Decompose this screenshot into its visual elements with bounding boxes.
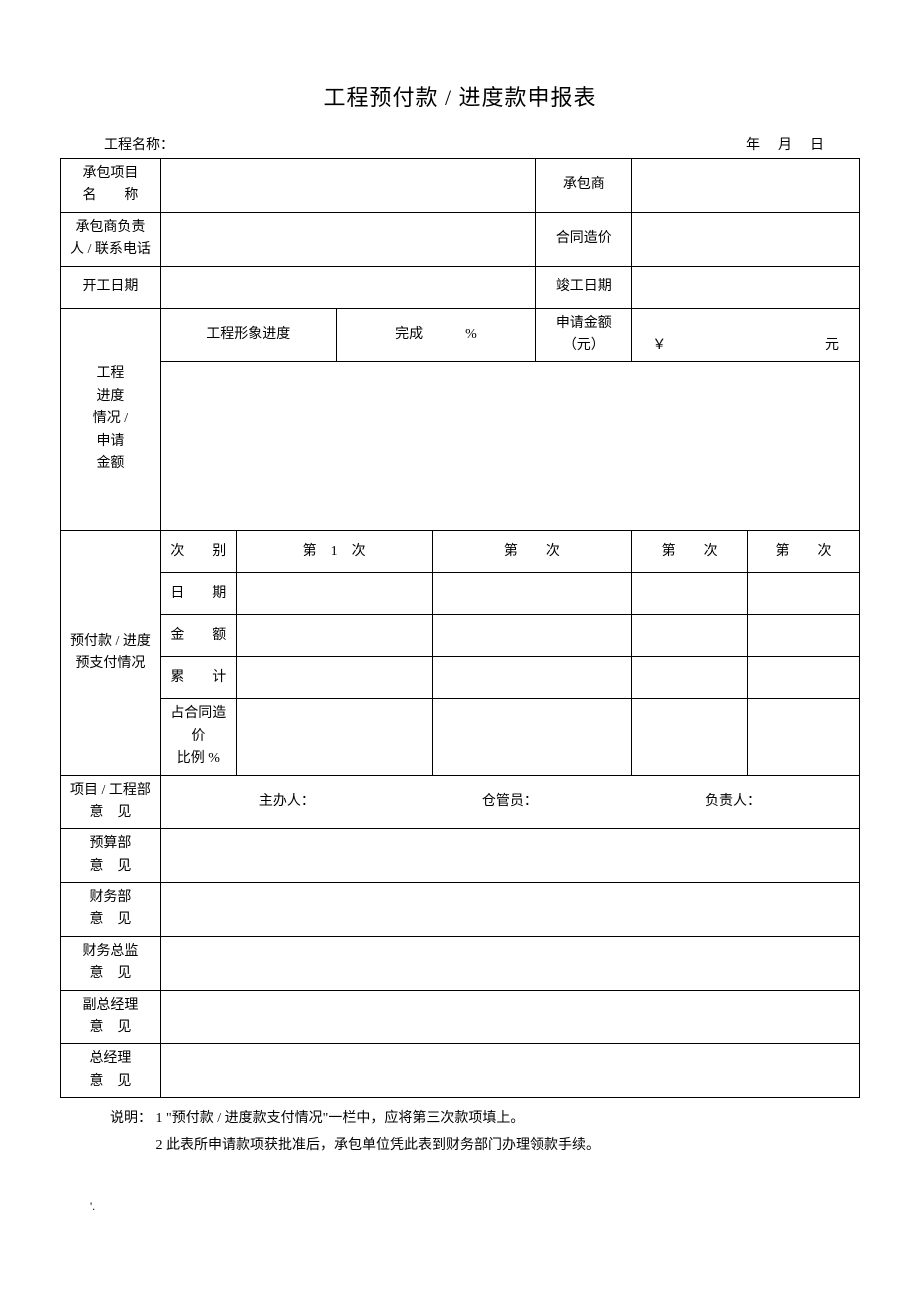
opinion-budget-label: 预算部 意 见 (61, 829, 161, 883)
opinion-finance-label: 财务部 意 见 (61, 883, 161, 937)
row-payment-amount: 金 额 (61, 615, 860, 657)
row-opinion-budget: 预算部 意 见 (61, 829, 860, 883)
progress-body[interactable] (160, 362, 859, 531)
note-1: 1 "预付款 / 进度款支付情况"一栏中，应将第三次款项填上。 (156, 1111, 525, 1126)
payment-sum-4[interactable] (748, 657, 860, 699)
page-title: 工程预付款 / 进度款申报表 (60, 80, 860, 112)
date-label: 年 月 日 (746, 134, 826, 154)
yen-icon: ￥ (652, 335, 666, 357)
row-progress-body (61, 362, 860, 531)
payment-sum-1[interactable] (236, 657, 432, 699)
payment-ratio-label: 占合同造价 比例 % (160, 699, 236, 775)
payment-sum-2[interactable] (432, 657, 632, 699)
payment-date-1[interactable] (236, 573, 432, 615)
finish-date-label: 竣工日期 (536, 266, 632, 308)
notes-prefix: 说明： (110, 1111, 152, 1126)
payment-date-2[interactable] (432, 573, 632, 615)
opinion-vgm-value[interactable] (160, 990, 859, 1044)
row-payment-seq: 预付款 / 进度 预支付情况 次 别 第 1 次 第 次 第 次 第 次 (61, 531, 860, 573)
row-contractor-leader: 承包商负责 人 / 联系电话 合同造价 (61, 212, 860, 266)
visual-progress-label: 工程形象进度 (160, 308, 336, 362)
opinion-finance-value[interactable] (160, 883, 859, 937)
finish-date-value[interactable] (632, 266, 860, 308)
contractor-leader-label: 承包商负责 人 / 联系电话 (61, 212, 161, 266)
start-date-value[interactable] (160, 266, 536, 308)
row-contract-item: 承包项目 名 称 承包商 (61, 159, 860, 213)
row-opinion-cfo: 财务总监 意 见 (61, 936, 860, 990)
contractor-leader-value[interactable] (160, 212, 536, 266)
note-2: 2 此表所申请款项获批准后，承包单位凭此表到财务部门办理领款手续。 (156, 1138, 601, 1153)
seq-2: 第 次 (432, 531, 632, 573)
header-line: 工程名称： 年 月 日 (60, 134, 860, 154)
opinion-cfo-value[interactable] (160, 936, 859, 990)
payment-amount-2[interactable] (432, 615, 632, 657)
payment-date-4[interactable] (748, 573, 860, 615)
warehouse-label: 仓管员： (400, 791, 620, 813)
payment-ratio-3[interactable] (632, 699, 748, 775)
contract-price-value[interactable] (632, 212, 860, 266)
payment-sum-3[interactable] (632, 657, 748, 699)
payment-amount-label: 金 额 (160, 615, 236, 657)
contractor-value[interactable] (632, 159, 860, 213)
opinion-vgm-label: 副总经理 意 见 (61, 990, 161, 1044)
row-opinion-finance: 财务部 意 见 (61, 883, 860, 937)
payment-amount-1[interactable] (236, 615, 432, 657)
contract-item-label: 承包项目 名 称 (61, 159, 161, 213)
opinion-gm-label: 总经理 意 见 (61, 1044, 161, 1098)
payments-side-label: 预付款 / 进度 预支付情况 (61, 531, 161, 775)
row-opinion-project: 项目 / 工程部 意 见 主办人： 仓管员： 负责人： (61, 775, 860, 829)
opinion-gm-value[interactable] (160, 1044, 859, 1098)
handler-label: 主办人： (177, 791, 397, 813)
seq-3: 第 次 (632, 531, 748, 573)
row-progress-header: 工程 进度 情况 / 申请 金额 工程形象进度 完成 % 申请金额 （元） ￥ … (61, 308, 860, 362)
contract-price-label: 合同造价 (536, 212, 632, 266)
project-name-label: 工程名称： (104, 134, 174, 154)
opinion-project-value[interactable]: 主办人： 仓管员： 负责人： (160, 775, 859, 829)
yuan-unit: 元 (825, 335, 839, 357)
row-opinion-vgm: 副总经理 意 见 (61, 990, 860, 1044)
notes: 说明： 1 "预付款 / 进度款支付情况"一栏中，应将第三次款项填上。 说明： … (110, 1106, 860, 1159)
payment-date-label: 日 期 (160, 573, 236, 615)
opinion-cfo-label: 财务总监 意 见 (61, 936, 161, 990)
row-dates: 开工日期 竣工日期 (61, 266, 860, 308)
seq-1: 第 1 次 (236, 531, 432, 573)
contract-item-value[interactable] (160, 159, 536, 213)
row-payment-ratio: 占合同造价 比例 % (61, 699, 860, 775)
completed-cell[interactable]: 完成 % (336, 308, 536, 362)
opinion-project-label: 项目 / 工程部 意 见 (61, 775, 161, 829)
incharge-label: 负责人： (623, 791, 843, 813)
footer-tick: '. (90, 1199, 860, 1214)
payment-ratio-4[interactable] (748, 699, 860, 775)
payment-amount-4[interactable] (748, 615, 860, 657)
payment-ratio-1[interactable] (236, 699, 432, 775)
row-opinion-gm: 总经理 意 见 (61, 1044, 860, 1098)
apply-amount-label: 申请金额 （元） (536, 308, 632, 362)
contractor-label: 承包商 (536, 159, 632, 213)
payment-sum-label: 累 计 (160, 657, 236, 699)
apply-amount-value[interactable]: ￥ 元 (632, 308, 860, 362)
row-payment-sum: 累 计 (61, 657, 860, 699)
payment-amount-3[interactable] (632, 615, 748, 657)
row-payment-date: 日 期 (61, 573, 860, 615)
start-date-label: 开工日期 (61, 266, 161, 308)
opinion-budget-value[interactable] (160, 829, 859, 883)
seq-label: 次 别 (160, 531, 236, 573)
payment-date-3[interactable] (632, 573, 748, 615)
payment-ratio-2[interactable] (432, 699, 632, 775)
seq-4: 第 次 (748, 531, 860, 573)
main-table: 承包项目 名 称 承包商 承包商负责 人 / 联系电话 合同造价 开工日期 竣工… (60, 158, 860, 1098)
progress-side-label: 工程 进度 情况 / 申请 金额 (61, 308, 161, 531)
